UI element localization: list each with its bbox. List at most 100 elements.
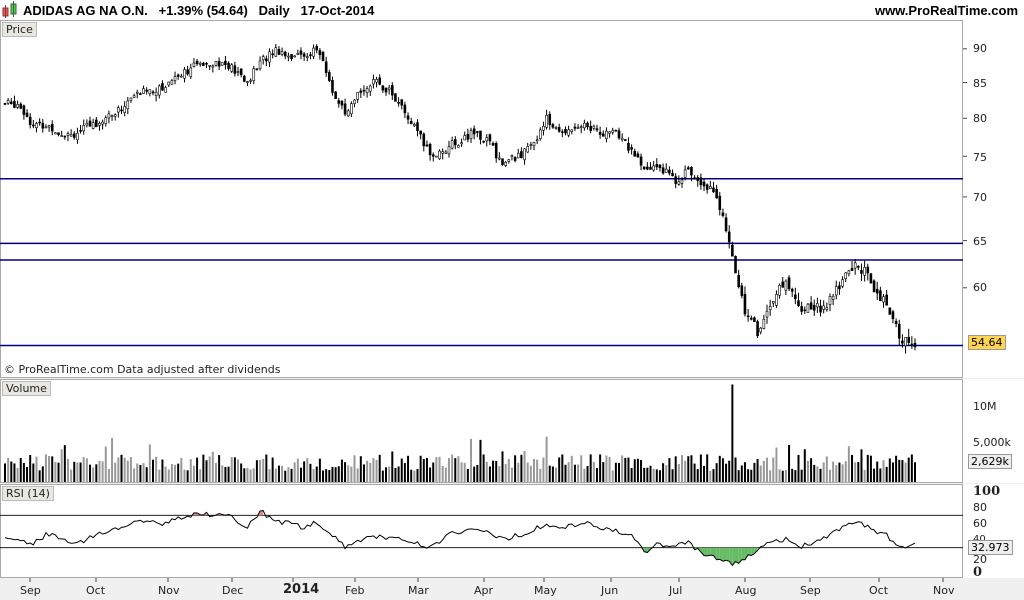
volume-bar <box>885 466 888 482</box>
candle-body <box>535 139 539 142</box>
candle-body <box>526 146 529 153</box>
x-axis-label: Aug <box>735 584 757 597</box>
volume-bar <box>627 457 630 482</box>
candle-body <box>123 106 126 113</box>
candle-body <box>32 124 35 127</box>
candle-body <box>819 305 822 313</box>
volume-bar <box>104 446 107 482</box>
volume-bar <box>315 466 318 482</box>
candle-body <box>721 212 725 216</box>
candle-body <box>592 125 596 129</box>
volume-bar <box>416 469 419 482</box>
candle-body <box>857 265 860 268</box>
x-axis-label: Nov <box>158 584 180 597</box>
candle-body <box>249 79 252 82</box>
candle-body <box>680 179 684 184</box>
candle-body <box>601 133 605 137</box>
volume-bar <box>306 458 309 482</box>
candle-body <box>362 89 366 92</box>
volume-bar <box>224 466 227 482</box>
candle-body <box>561 131 564 133</box>
volume-bar <box>271 457 274 482</box>
price-tick: 85 <box>973 77 987 90</box>
candle-body <box>309 54 312 56</box>
candle-body <box>910 343 914 346</box>
candle-body <box>283 51 287 57</box>
volume-bar <box>636 458 639 482</box>
candle-body <box>838 285 841 290</box>
volume-bar <box>788 444 791 482</box>
volume-bar <box>155 456 158 482</box>
candle-body <box>243 75 246 82</box>
candle-body <box>551 124 555 128</box>
candle-body <box>346 110 350 117</box>
volume-bar <box>57 462 60 482</box>
candle-body <box>145 89 148 92</box>
volume-bar <box>712 469 715 482</box>
volume-bar <box>863 469 866 482</box>
volume-bar <box>413 470 416 482</box>
candle-body <box>567 129 570 136</box>
price-tick: 60 <box>973 281 987 294</box>
volume-bar <box>303 461 306 482</box>
candle-body <box>214 61 218 66</box>
candle-body <box>812 304 816 311</box>
volume-bar <box>85 458 88 482</box>
candle-body <box>885 294 888 306</box>
volume-bar <box>822 462 825 482</box>
volume-bar <box>851 454 854 482</box>
x-axis-label: Oct <box>86 584 106 597</box>
candle-body <box>734 256 737 274</box>
candle-body <box>712 187 715 193</box>
candle-body <box>372 79 375 85</box>
candle-body <box>753 317 756 322</box>
candle-body <box>790 288 794 292</box>
volume-bar <box>366 460 369 482</box>
volume-bar <box>476 464 479 482</box>
volume-bar <box>866 454 869 482</box>
candle-body <box>425 144 429 147</box>
candle-body <box>305 56 309 58</box>
volume-bar <box>48 455 51 482</box>
volume-bar <box>92 467 95 482</box>
candle-body <box>841 279 844 287</box>
candle-body <box>863 267 866 276</box>
volume-bar <box>750 469 753 482</box>
candle-body <box>318 50 322 55</box>
candle-body <box>189 67 193 77</box>
candle-body <box>142 88 145 94</box>
candle-body <box>321 51 325 62</box>
candle-body <box>809 302 813 310</box>
candle-body <box>315 46 319 51</box>
volume-bar <box>734 457 737 482</box>
candle-body <box>781 281 785 288</box>
volume-bar <box>662 463 665 482</box>
rsi-oversold-fill <box>722 547 727 562</box>
candle-body <box>91 122 95 129</box>
rsi-oversold-fill <box>707 547 711 556</box>
volume-bar <box>643 467 646 482</box>
candle-body <box>460 142 463 145</box>
volume-bar <box>117 457 120 482</box>
volume-bar <box>803 449 806 482</box>
volume-bar <box>460 462 463 482</box>
volume-bar <box>139 464 142 482</box>
volume-bar <box>624 457 627 482</box>
candle-body <box>205 62 208 65</box>
rsi-oversold-fill <box>710 547 714 556</box>
candle-body <box>715 188 718 199</box>
volume-bar <box>828 469 831 482</box>
volume-bar <box>523 450 526 482</box>
volume-bar <box>813 464 816 482</box>
candle-body <box>50 124 54 132</box>
candle-body <box>548 114 552 125</box>
volume-bar <box>32 463 35 482</box>
candle-body <box>472 128 476 135</box>
volume-bar <box>507 458 510 482</box>
volume-bar <box>555 467 558 482</box>
volume-bar <box>816 466 819 482</box>
candle-body <box>520 151 523 159</box>
rsi-oversold-fill <box>741 547 745 560</box>
candle-body <box>252 68 256 82</box>
candle-body <box>72 133 76 138</box>
